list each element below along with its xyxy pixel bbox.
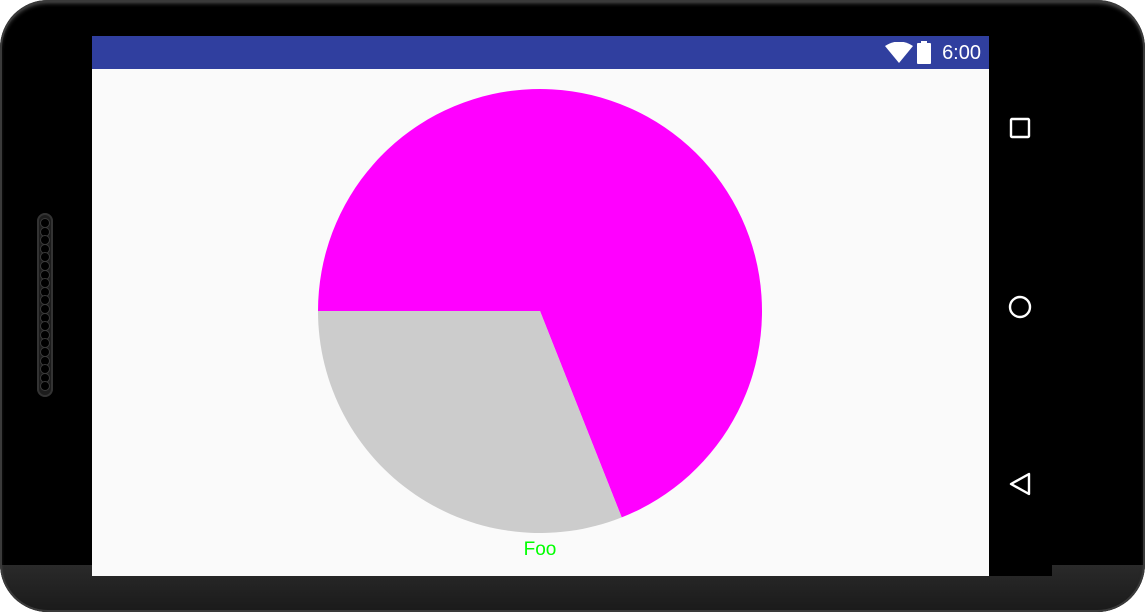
device-frame: 6:00 Foo [0, 0, 1145, 612]
battery-icon [917, 41, 931, 64]
speaker-hole [41, 227, 49, 236]
speaker-hole [41, 219, 49, 227]
screen: 6:00 Foo [92, 36, 989, 576]
home-icon[interactable] [1005, 292, 1035, 322]
speaker-grille [37, 213, 53, 397]
speaker-hole [41, 296, 49, 305]
speaker-hole [41, 373, 49, 382]
speaker-hole [41, 322, 49, 331]
chart-label: Foo [524, 539, 557, 560]
speaker-hole [41, 262, 49, 270]
speaker-hole [41, 279, 49, 288]
back-icon[interactable] [1005, 469, 1035, 499]
speaker-hole [41, 287, 49, 296]
speaker-hole [41, 313, 49, 322]
pie-chart: Foo [318, 88, 762, 560]
speaker-hole [41, 348, 49, 356]
speaker-hole [41, 236, 49, 245]
speaker-hole [41, 270, 49, 279]
wifi-icon [885, 42, 913, 63]
speaker-hole [41, 305, 49, 313]
speaker-hole [41, 339, 49, 348]
navigation-bar [989, 36, 1052, 576]
speaker-hole [41, 244, 49, 253]
speaker-hole [41, 356, 49, 365]
chart-area: Foo [92, 69, 989, 576]
speaker-hole [41, 330, 49, 339]
status-time: 6:00 [942, 42, 981, 64]
speaker-hole [41, 382, 49, 391]
speaker-hole [41, 253, 49, 262]
speaker-hole [41, 365, 49, 374]
recent-apps-icon[interactable] [1005, 113, 1035, 143]
status-bar: 6:00 [92, 36, 989, 69]
